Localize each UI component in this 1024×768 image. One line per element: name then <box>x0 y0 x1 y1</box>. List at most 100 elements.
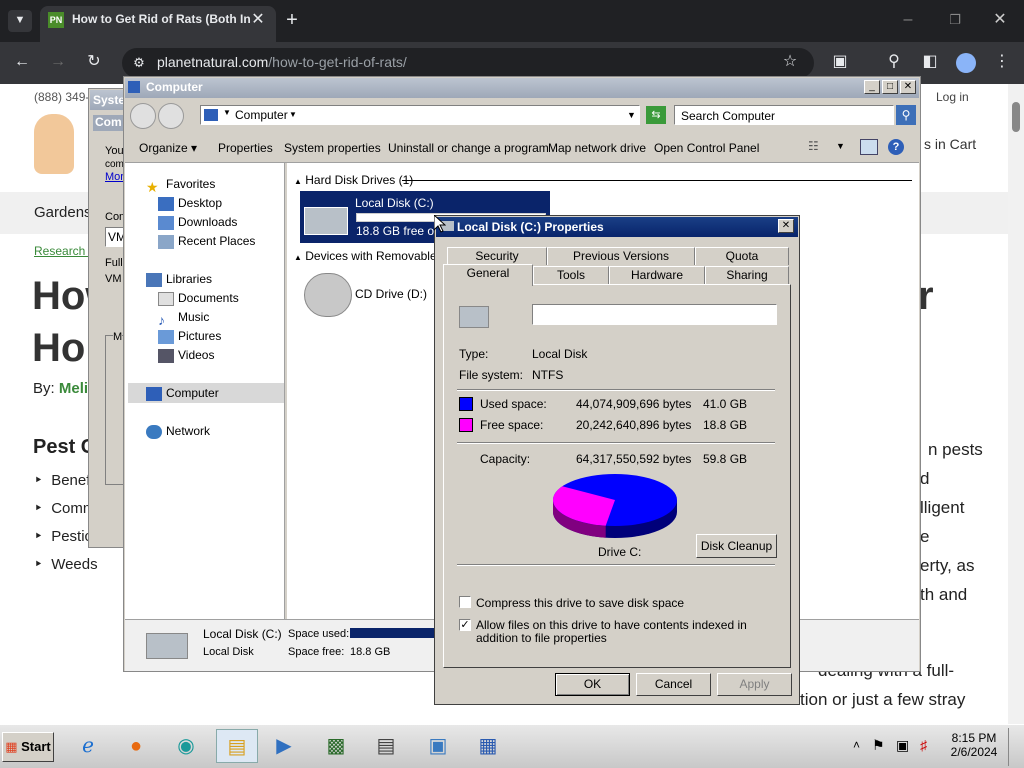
explorer-close-button[interactable]: ✕ <box>900 80 916 94</box>
system-properties-button[interactable]: System properties <box>284 141 381 155</box>
nav-favorites[interactable]: ★ Favorites <box>146 175 276 195</box>
address-text: Computer <box>235 108 288 122</box>
properties-dialog[interactable]: Local Disk (C:) Properties ✕ Security Pr… <box>434 215 800 705</box>
ok-button[interactable]: OK <box>555 673 630 696</box>
drive-d-name[interactable]: CD Drive (D:) <box>355 287 427 301</box>
file-explorer-icon[interactable]: ▤ <box>216 729 258 763</box>
explorer-maximize-button[interactable]: □ <box>882 80 898 94</box>
search-icon[interactable]: ⚲ <box>896 105 916 125</box>
nav-pictures[interactable]: Pictures <box>158 327 288 345</box>
tab-sharing[interactable]: Sharing <box>705 266 789 284</box>
tab-previous-versions[interactable]: Previous Versions <box>547 247 695 265</box>
tab-close-icon[interactable]: ✕ <box>248 10 268 30</box>
network-tray-icon[interactable]: ▣ <box>896 737 909 754</box>
views-icon[interactable]: ☷ <box>808 139 828 155</box>
media-player-icon[interactable]: ▶ <box>266 729 302 763</box>
search-placeholder: Search Computer <box>681 109 776 123</box>
tab-tools[interactable]: Tools <box>533 266 609 284</box>
drive-label-input[interactable] <box>532 304 777 325</box>
volume-muted-icon[interactable]: ♯ <box>920 737 927 753</box>
address-dropdown-icon[interactable]: ▼ <box>627 110 636 120</box>
tab-general[interactable]: General <box>443 264 533 286</box>
refresh-icon[interactable]: ⇆ <box>646 106 666 124</box>
tab-search-chevron-icon[interactable]: ▼ <box>8 10 32 32</box>
back-button[interactable] <box>130 103 156 129</box>
new-tab-icon[interactable]: + <box>282 10 302 30</box>
system-more-link[interactable]: Mor <box>105 171 124 183</box>
index-checkbox[interactable]: ✓ <box>459 619 471 631</box>
system-window[interactable]: Syste Com You com Mor Com VM Full VM M <box>88 88 129 548</box>
bookmark-star-icon[interactable]: ☆ <box>780 52 800 72</box>
organize-button[interactable]: Organize ▾ <box>139 141 197 155</box>
phone-number[interactable]: (888) 349- <box>34 90 89 104</box>
nav-videos[interactable]: Videos <box>158 346 288 364</box>
cancel-button[interactable]: Cancel <box>636 673 711 696</box>
forward-icon[interactable]: → <box>48 52 68 72</box>
page-scrollbar[interactable] <box>1008 84 1024 724</box>
logo-icon <box>34 114 74 174</box>
scrollbar-thumb[interactable] <box>1012 102 1020 132</box>
chevron-down-icon[interactable]: ▼ <box>289 110 297 119</box>
nav-network[interactable]: Network <box>146 422 276 440</box>
labs-icon[interactable]: ⚲ <box>884 52 904 72</box>
list-item[interactable]: ‣ Benefi <box>34 471 94 489</box>
tab-quota[interactable]: Quota <box>695 247 789 265</box>
nav-gardens[interactable]: Gardens <box>34 204 92 221</box>
profile-avatar-icon[interactable] <box>956 53 976 73</box>
clock[interactable]: 8:15 PM 2/6/2024 <box>950 731 998 759</box>
group-hard-disks[interactable]: ▲ Hard Disk Drives (1) <box>294 173 413 187</box>
list-item[interactable]: ‣ Weeds <box>34 555 98 573</box>
document-icon[interactable]: ▤ <box>368 729 404 763</box>
extensions-icon[interactable]: ▣ <box>830 52 850 72</box>
side-panel-icon[interactable]: ◧ <box>920 52 940 72</box>
site-info-icon[interactable]: ⚙ <box>130 53 148 73</box>
tab-hardware[interactable]: Hardware <box>609 266 705 284</box>
nav-documents[interactable]: Documents <box>158 289 288 307</box>
apply-button[interactable]: Apply <box>717 673 792 696</box>
close-window-icon[interactable]: ✕ <box>990 10 1010 30</box>
chevron-right-icon[interactable]: ▼ <box>223 108 231 117</box>
uninstall-program-button[interactable]: Uninstall or change a program <box>388 141 549 155</box>
minimize-icon[interactable]: – <box>898 10 918 30</box>
open-control-panel-button[interactable]: Open Control Panel <box>654 141 759 155</box>
control-panel-icon[interactable]: ▣ <box>420 729 456 763</box>
restore-icon[interactable]: ❐ <box>945 10 965 30</box>
edge-icon[interactable]: ◉ <box>168 729 204 763</box>
preview-pane-icon[interactable] <box>860 139 878 155</box>
explorer-minimize-button[interactable]: _ <box>864 80 880 94</box>
tab-security[interactable]: Security <box>447 247 547 265</box>
map-network-drive-button[interactable]: Map network drive <box>548 141 646 155</box>
properties-button[interactable]: Properties <box>218 141 273 155</box>
firefox-icon[interactable]: ● <box>118 729 154 763</box>
list-item[interactable]: ‣ Comm <box>34 499 95 517</box>
list-item[interactable]: ‣ Pestici <box>34 527 95 545</box>
disk-cleanup-button[interactable]: Disk Cleanup <box>696 534 777 558</box>
search-input[interactable]: Search Computer <box>674 105 894 125</box>
help-icon[interactable]: ? <box>888 139 904 155</box>
explorer-titlebar[interactable] <box>125 78 919 98</box>
tray-expand-icon[interactable]: ˄ <box>853 738 860 752</box>
terminal-icon[interactable]: ▩ <box>318 729 354 763</box>
start-button[interactable]: ▦ Start <box>2 732 54 762</box>
nav-music[interactable]: ♪ Music <box>158 308 288 328</box>
compress-checkbox[interactable] <box>459 596 471 608</box>
nav-libraries[interactable]: Libraries <box>146 270 276 288</box>
nav-desktop[interactable]: Desktop <box>158 194 288 212</box>
action-center-flag-icon[interactable]: ⚑ <box>872 737 885 754</box>
back-icon[interactable]: ← <box>12 52 32 72</box>
system-icon[interactable]: ▦ <box>470 729 506 763</box>
menu-kebab-icon[interactable]: ⋮ <box>992 52 1012 72</box>
reload-icon[interactable]: ↻ <box>84 52 104 72</box>
nav-recent-places[interactable]: Recent Places <box>158 232 288 250</box>
favicon-icon: PN <box>48 12 64 28</box>
login-link[interactable]: Log in <box>936 90 969 104</box>
nav-computer[interactable]: Computer <box>146 384 276 402</box>
ie-icon[interactable]: ℯ <box>70 729 106 763</box>
views-dropdown-icon[interactable]: ▼ <box>836 141 845 151</box>
nav-downloads[interactable]: Downloads <box>158 213 288 231</box>
address-field[interactable]: ▼ Computer ▼ ▼ <box>200 105 640 125</box>
cart-link[interactable]: s in Cart <box>924 136 976 152</box>
dialog-close-button[interactable]: ✕ <box>778 219 794 233</box>
forward-button[interactable] <box>158 103 184 129</box>
show-desktop-button[interactable] <box>1008 728 1022 766</box>
